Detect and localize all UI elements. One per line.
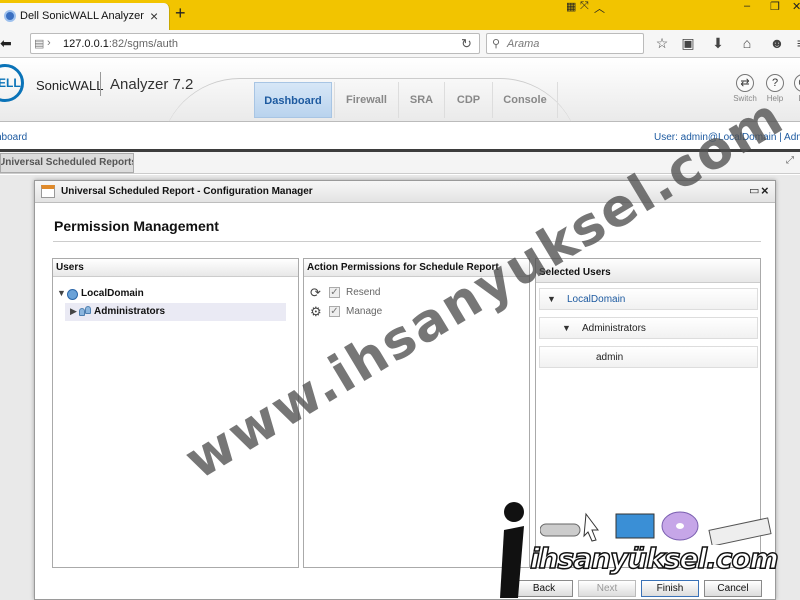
restore-icon[interactable]: ❐	[770, 0, 780, 16]
tab-universal-scheduled-reports[interactable]: Universal Scheduled Reports	[0, 153, 134, 173]
fullscreen-icon[interactable]: ⤧	[580, 0, 589, 16]
tree-row-domain[interactable]: ▼ LocalDomain	[53, 286, 298, 304]
grid-icon[interactable]: ▦	[566, 0, 576, 16]
brand-divider	[100, 72, 101, 96]
selected-user-label: admin	[596, 352, 624, 363]
breadcrumb[interactable]: hboard	[0, 132, 27, 143]
browser-nav-bar: ⬅ ▤ › 127.0.0.1:82/sgms/auth ↻ ⚲ Arama ☆…	[0, 30, 800, 58]
logout-label: Lo	[790, 94, 800, 103]
divider	[53, 241, 761, 242]
search-icon: ⚲	[492, 38, 501, 50]
switch-icon: ⇄	[736, 74, 754, 92]
firefox-icon	[4, 10, 16, 22]
computer-parts-icon	[540, 511, 772, 545]
url-text: 127.0.0.1:82/sgms/auth	[63, 38, 178, 50]
dell-logo: DELL	[0, 64, 24, 102]
tab-firewall[interactable]: Firewall	[334, 82, 398, 118]
gear-icon: ⚙	[310, 304, 322, 319]
group-label: Administrators	[94, 306, 166, 317]
browser-tab[interactable]: Dell SonicWALL Analyzer ×	[0, 3, 170, 30]
manage-label: Manage	[346, 306, 383, 317]
logo-i-icon	[500, 502, 524, 598]
resend-icon: ⟳	[310, 285, 321, 300]
window-controls: ▦ ⤧ ︿ ‒ ❐ ✕	[560, 0, 800, 18]
download-icon[interactable]: ⬇	[710, 35, 726, 52]
close-window-icon[interactable]: ✕	[792, 0, 800, 16]
logout-button[interactable]: ⏻ Lo	[790, 74, 800, 103]
watermark-logo: ihsanyüksel.com	[490, 500, 800, 600]
caret-down-icon[interactable]: ▼	[57, 288, 66, 298]
new-tab-icon[interactable]: +	[175, 3, 186, 24]
group-icon	[79, 306, 93, 316]
search-placeholder: Arama	[507, 38, 540, 50]
url-path: :82/sgms/auth	[108, 38, 178, 50]
resend-label: Resend	[346, 287, 381, 298]
report-tab-label: Universal Scheduled Reports	[0, 157, 134, 168]
tab-dashboard[interactable]: Dashboard	[254, 82, 332, 118]
tree-row-group[interactable]: ▶ Administrators	[65, 303, 286, 321]
url-host: 127.0.0.1	[63, 38, 109, 50]
selected-row-domain[interactable]: ▼ LocalDomain	[539, 288, 758, 310]
resend-checkbox[interactable]: ✓	[329, 287, 340, 298]
tab-sra[interactable]: SRA	[398, 82, 444, 118]
help-icon: ?	[766, 74, 784, 92]
chevron-right-icon: ›	[47, 37, 51, 49]
back-arrow-icon[interactable]: ⬅	[0, 35, 16, 53]
product-name: Analyzer 7.2	[110, 76, 194, 93]
calendar-icon	[41, 185, 55, 198]
domain-icon	[67, 289, 78, 300]
selected-row-user[interactable]: admin	[539, 346, 758, 368]
caret-right-icon[interactable]: ▶	[70, 306, 77, 317]
app-header: DELL SonicWALL Analyzer 7.2 Dashboard Fi…	[0, 58, 800, 122]
page-title: Permission Management	[54, 218, 219, 234]
search-input[interactable]: ⚲ Arama	[486, 33, 644, 54]
domain-label: LocalDomain	[81, 288, 144, 299]
tab-console[interactable]: Console	[492, 82, 558, 118]
dialog-title: Universal Scheduled Report - Configurati…	[61, 186, 313, 197]
watermark-logo-text: ihsanyüksel.com	[529, 541, 779, 576]
manage-checkbox[interactable]: ✓	[329, 306, 340, 317]
selected-group-label: Administrators	[582, 323, 646, 334]
caret-down-icon[interactable]: ▼	[547, 294, 556, 304]
expand-icon[interactable]: ⤢	[786, 155, 794, 166]
browser-tab-bar: Dell SonicWALL Analyzer × + ▦ ⤧ ︿ ‒ ❐ ✕	[0, 0, 800, 30]
reload-icon[interactable]: ↻	[461, 36, 472, 52]
url-bar[interactable]: ▤ › 127.0.0.1:82/sgms/auth ↻	[30, 33, 480, 54]
users-panel-header: Users	[53, 259, 298, 277]
brand-name: SonicWALL	[36, 78, 104, 93]
close-tab-icon[interactable]: ×	[150, 8, 158, 24]
minimize-icon[interactable]: ‒	[744, 0, 750, 16]
bookmark-star-icon[interactable]: ☆	[654, 35, 670, 52]
reading-list-icon[interactable]: ▣	[680, 35, 696, 52]
chat-icon[interactable]: ☻	[769, 35, 785, 51]
logout-icon: ⏻	[794, 74, 800, 92]
page-icon: ▤	[34, 38, 45, 50]
chevron-up-icon[interactable]: ︿	[594, 0, 605, 16]
tab-title: Dell SonicWALL Analyzer	[20, 10, 144, 22]
selected-domain-label: LocalDomain	[567, 294, 626, 305]
caret-down-icon[interactable]: ▼	[562, 323, 571, 333]
maximize-icon[interactable]: ▭	[749, 184, 759, 197]
home-icon[interactable]: ⌂	[739, 35, 755, 51]
close-icon[interactable]: ×	[761, 183, 769, 198]
menu-icon[interactable]: ≡	[793, 35, 800, 51]
selected-row-group[interactable]: ▼ Administrators	[539, 317, 758, 339]
tab-cdp[interactable]: CDP	[444, 82, 492, 118]
